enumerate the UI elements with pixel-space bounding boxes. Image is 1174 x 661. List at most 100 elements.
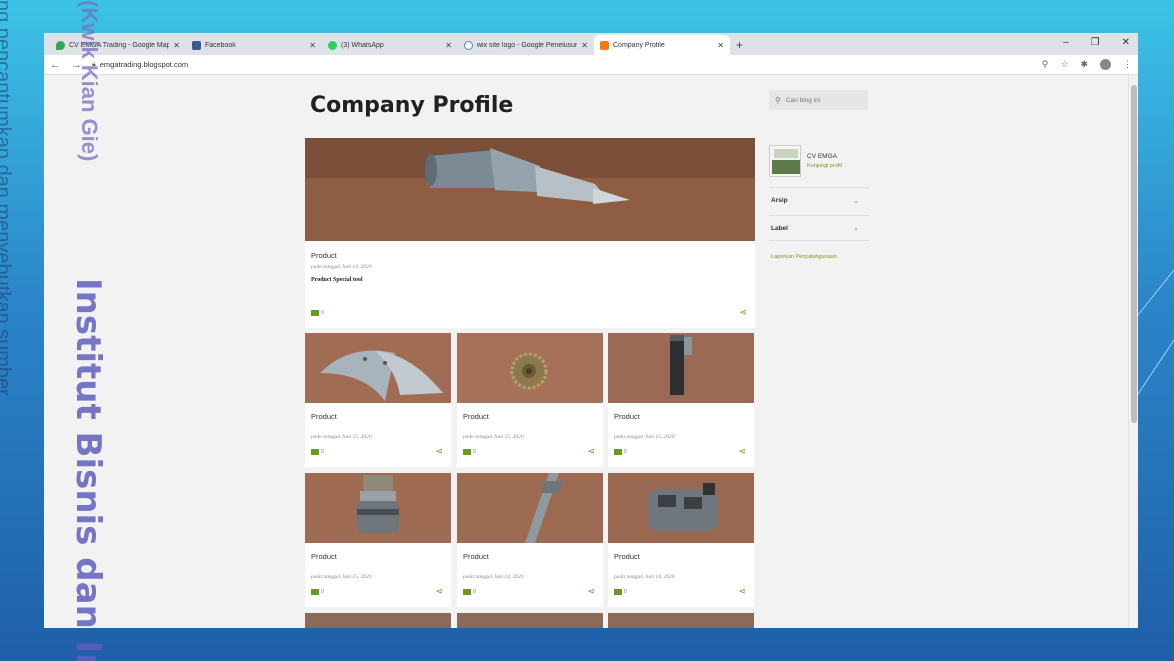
comment-count: 0 (321, 589, 324, 595)
share-icon[interactable]: ⋖ (435, 586, 443, 597)
share-icon[interactable]: ⋖ (739, 307, 747, 318)
share-icon[interactable]: ⋖ (435, 446, 443, 457)
post-card-image-partial[interactable] (608, 613, 754, 628)
featured-post-image[interactable] (305, 138, 755, 241)
tab-whatsapp[interactable]: (3) WhatsApp ✕ (322, 35, 458, 55)
post-title[interactable]: Product (311, 412, 337, 421)
tab-bar: CV EMGA Trading - Google Maps ✕ Facebook… (44, 33, 1138, 55)
post-title[interactable]: Product (614, 552, 640, 561)
close-icon[interactable]: ✕ (445, 41, 452, 50)
featured-post[interactable]: Product pada tanggal Juni 14, 2020 Produ… (305, 138, 755, 328)
search-placeholder: Cari blog ini (785, 96, 821, 104)
close-icon[interactable]: ✕ (581, 41, 588, 50)
url-field[interactable]: 🔒︎ emgatrading.blogspot.com (92, 60, 188, 69)
close-icon[interactable]: ✕ (717, 41, 724, 50)
post-card-image[interactable] (305, 333, 451, 403)
watermark-author: (Kwik Kian Gie) (77, 0, 102, 162)
share-icon[interactable]: ⋖ (587, 446, 595, 457)
report-abuse-link[interactable]: Laporkan Penyalahgunaan (771, 254, 837, 260)
post-card[interactable]: Product pada tanggal Juni 15, 2020 0 ⋖ (305, 473, 451, 607)
comment-icon (463, 449, 471, 455)
post-card[interactable]: Product pada tanggal Juni 14, 2020 0 ⋖ (608, 473, 754, 607)
address-bar-actions: ⚲ ☆ ✱ ⋮ (1042, 59, 1132, 70)
comment-count: 0 (321, 310, 324, 316)
share-icon[interactable]: ⋖ (738, 586, 746, 597)
blogger-icon (600, 40, 609, 50)
post-title[interactable]: Product (311, 251, 337, 260)
browser-window: CV EMGA Trading - Google Maps ✕ Facebook… (44, 33, 1138, 628)
post-card[interactable]: Product pada tanggal Juni 15, 2020 0 ⋖ (608, 333, 754, 467)
post-card-image[interactable] (608, 473, 754, 543)
profile-widget[interactable]: CV EMGA Kunjungi profil (769, 138, 869, 184)
comment-icon (463, 589, 471, 595)
post-title[interactable]: Product (614, 412, 640, 421)
back-icon[interactable]: ← (50, 59, 61, 71)
comments-link[interactable]: 0 (614, 589, 627, 595)
post-card-image-partial[interactable] (305, 613, 451, 628)
post-card-image-partial[interactable] (457, 613, 603, 628)
new-tab-button[interactable]: + (730, 38, 749, 55)
comment-count: 0 (473, 449, 476, 455)
minimize-icon[interactable]: – (1063, 37, 1069, 48)
post-date: pada tanggal Juni 15, 2020 (311, 434, 372, 440)
archive-dropdown[interactable]: Arsip ⌄ (769, 187, 869, 213)
post-title[interactable]: Product (463, 412, 489, 421)
blog-page: Company Profile ⚲ Cari blog ini Product … (44, 75, 1138, 628)
comment-icon (311, 310, 319, 316)
post-card-image[interactable] (608, 333, 754, 403)
post-card-image[interactable] (457, 473, 603, 543)
post-card-image[interactable] (457, 333, 603, 403)
comments-link[interactable]: 0 (463, 449, 476, 455)
label-label: Label (771, 224, 788, 232)
post-title[interactable]: Product (463, 552, 489, 561)
share-icon[interactable]: ⋖ (738, 446, 746, 457)
tab-google-search[interactable]: wix site logo - Google Penelusuran ✕ (458, 35, 594, 55)
comments-link[interactable]: 0 (311, 310, 324, 316)
close-window-icon[interactable]: ✕ (1122, 37, 1130, 48)
menu-icon[interactable]: ⋮ (1123, 59, 1132, 70)
post-title[interactable]: Product (311, 552, 337, 561)
star-icon[interactable]: ☆ (1060, 59, 1068, 70)
tab-facebook[interactable]: Facebook ✕ (186, 35, 322, 55)
watermark-institution: Institut Bisnis dan In (68, 278, 108, 661)
scrollbar[interactable] (1128, 75, 1138, 628)
comments-link[interactable]: 0 (311, 589, 324, 595)
google-icon (464, 40, 473, 50)
tab-company-profile[interactable]: Company Profile ✕ (594, 35, 730, 55)
chevron-down-icon: ⌄ (853, 225, 859, 232)
profile-name: CV EMGA (807, 153, 837, 160)
tab-title: (3) WhatsApp (341, 41, 384, 49)
post-card[interactable]: Product pada tanggal Juni 15, 2020 0 ⋖ (305, 333, 451, 467)
comment-icon (311, 449, 319, 455)
close-icon[interactable]: ✕ (173, 41, 180, 50)
profile-image[interactable] (769, 145, 801, 177)
tab-google-maps[interactable]: CV EMGA Trading - Google Maps ✕ (50, 35, 186, 55)
label-dropdown[interactable]: Label ⌄ (769, 215, 869, 241)
scrollbar-thumb[interactable] (1131, 85, 1137, 423)
post-date: pada tanggal Juni 14, 2020 (614, 574, 675, 580)
restore-icon[interactable]: ❐ (1091, 37, 1100, 48)
comments-link[interactable]: 0 (311, 449, 324, 455)
watermark-text: ng pencantumkan dan menyebutkan sumber (0, 0, 14, 396)
post-date: pada tanggal Juni 15, 2020 (614, 434, 675, 440)
comments-link[interactable]: 0 (614, 449, 627, 455)
comment-icon (614, 449, 622, 455)
page-title[interactable]: Company Profile (310, 93, 513, 118)
tab-title: Company Profile (613, 41, 665, 49)
search-input[interactable]: ⚲ Cari blog ini (769, 90, 868, 110)
search-icon: ⚲ (775, 95, 781, 105)
share-icon[interactable]: ⋖ (587, 586, 595, 597)
comments-link[interactable]: 0 (463, 589, 476, 595)
post-card[interactable]: Product pada tanggal Juni 14, 2020 0 ⋖ (457, 473, 603, 607)
comment-count: 0 (624, 589, 627, 595)
visit-profile-link[interactable]: Kunjungi profil (807, 163, 842, 169)
post-card-image[interactable] (305, 473, 451, 543)
facebook-icon (192, 40, 201, 50)
extensions-icon[interactable]: ✱ (1080, 59, 1088, 70)
comment-count: 0 (473, 589, 476, 595)
post-card[interactable]: Product pada tanggal Juni 15, 2020 0 ⋖ (457, 333, 603, 467)
close-icon[interactable]: ✕ (309, 41, 316, 50)
comment-icon (311, 589, 319, 595)
profile-avatar[interactable] (1100, 59, 1111, 70)
zoom-icon[interactable]: ⚲ (1042, 59, 1049, 70)
